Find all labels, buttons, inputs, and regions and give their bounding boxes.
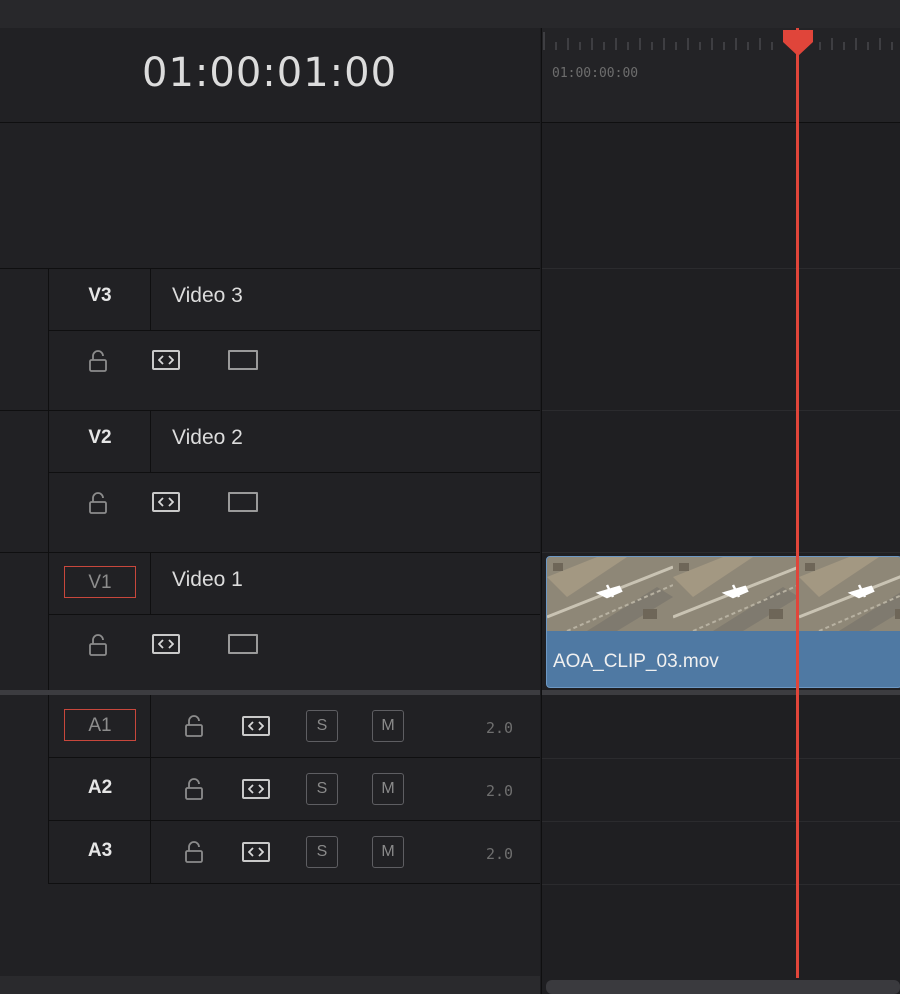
track-a3: A3 S M 2.0: [0, 821, 540, 884]
track-header-panel: 01:00:01:00 V3 Video 3 V2 Video 2 V1 Vid…: [0, 28, 540, 994]
track-id-v2[interactable]: V2: [64, 427, 136, 449]
track-id-v1[interactable]: V1: [64, 566, 136, 598]
timeline-ruler[interactable]: 01:00:00:00: [542, 28, 900, 123]
track-id-v3[interactable]: V3: [64, 285, 136, 307]
track-volume: 2.0: [486, 782, 514, 800]
clip-name: AOA_CLIP_03.mov: [553, 651, 719, 672]
clip-thumbnail: [799, 557, 900, 631]
playhead-line[interactable]: [796, 28, 799, 978]
track-name-v3[interactable]: Video 3: [172, 284, 243, 308]
solo-button[interactable]: S: [306, 836, 338, 868]
track-id-a2[interactable]: A2: [64, 777, 136, 799]
lock-icon[interactable]: [88, 491, 108, 515]
track-name-v1[interactable]: Video 1: [172, 568, 243, 592]
clip-thumbnail: [547, 557, 673, 631]
video-clip[interactable]: AOA_CLIP_03.mov: [546, 556, 900, 688]
ruler-ticks: [543, 32, 893, 50]
auto-select-icon[interactable]: [152, 350, 180, 370]
lock-icon[interactable]: [184, 714, 204, 738]
lock-icon[interactable]: [184, 777, 204, 801]
auto-select-icon[interactable]: [152, 634, 180, 654]
auto-select-icon[interactable]: [242, 716, 270, 736]
track-v2: V2 Video 2: [0, 410, 540, 552]
track-v1: V1 Video 1: [0, 552, 540, 690]
auto-select-icon[interactable]: [242, 842, 270, 862]
lock-icon[interactable]: [88, 633, 108, 657]
clip-thumbnails: [547, 557, 900, 631]
track-enable-icon[interactable]: [228, 492, 258, 512]
track-id-a3[interactable]: A3: [64, 840, 136, 862]
lane-divider: [542, 690, 900, 695]
auto-select-icon[interactable]: [152, 492, 180, 512]
track-a1: A1 S M 2.0: [0, 695, 540, 758]
clip-thumbnail: [673, 557, 799, 631]
track-v3: V3 Video 3: [0, 268, 540, 410]
lock-icon[interactable]: [184, 840, 204, 864]
track-enable-icon[interactable]: [228, 350, 258, 370]
track-volume: 2.0: [486, 719, 514, 737]
ruler-timecode: 01:00:00:00: [552, 66, 639, 81]
header-bottom-strip: [0, 976, 540, 994]
track-a2: A2 S M 2.0: [0, 758, 540, 821]
auto-select-icon[interactable]: [242, 779, 270, 799]
mute-button[interactable]: M: [372, 710, 404, 742]
solo-button[interactable]: S: [306, 773, 338, 805]
timeline-area[interactable]: 01:00:00:00 AOA_CLIP_03.mov: [541, 28, 900, 994]
track-id-a1[interactable]: A1: [64, 709, 136, 741]
timecode: 01:00:01:00: [142, 50, 398, 96]
top-strip: [0, 0, 900, 28]
mute-button[interactable]: M: [372, 836, 404, 868]
solo-button[interactable]: S: [306, 710, 338, 742]
track-name-v2[interactable]: Video 2: [172, 426, 243, 450]
track-enable-icon[interactable]: [228, 634, 258, 654]
playhead-marker-icon[interactable]: [781, 28, 815, 58]
mute-button[interactable]: M: [372, 773, 404, 805]
lock-icon[interactable]: [88, 349, 108, 373]
timeline-scrollbar[interactable]: [546, 980, 900, 994]
track-volume: 2.0: [486, 845, 514, 863]
timecode-display: 01:00:01:00: [0, 28, 540, 123]
